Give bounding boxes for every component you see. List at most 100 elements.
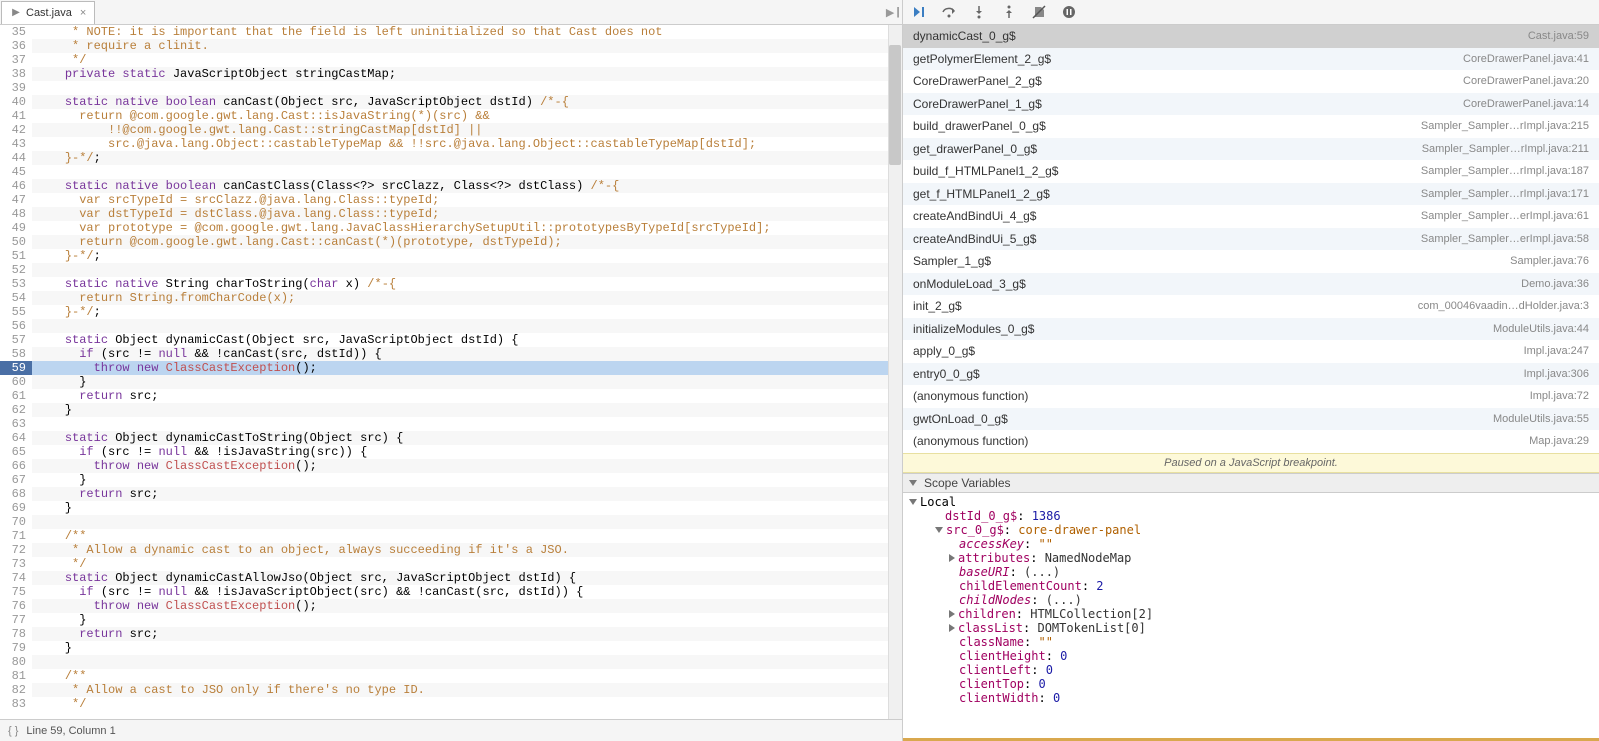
tree-row[interactable]: dstId_0_g$: 1386 — [909, 509, 1599, 523]
code-line[interactable]: static native String charToString(char x… — [32, 277, 902, 291]
code-line[interactable]: }-*/; — [32, 151, 902, 165]
stack-frame[interactable]: build_f_HTMLPanel1_2_g$Sampler_Sampler…r… — [903, 160, 1599, 183]
gutter-line[interactable]: 68 — [0, 487, 32, 501]
gutter-line[interactable]: 79 — [0, 641, 32, 655]
code-line[interactable]: if (src != null && !canCast(src, dstId))… — [32, 347, 902, 361]
code-line[interactable]: * NOTE: it is important that the field i… — [32, 25, 902, 39]
code-line[interactable]: } — [32, 501, 902, 515]
gutter-line[interactable]: 35 — [0, 25, 32, 39]
code-line[interactable]: var dstTypeId = dstClass.@java.lang.Clas… — [32, 207, 902, 221]
gutter-line[interactable]: 69 — [0, 501, 32, 515]
gutter-line[interactable]: 59 — [0, 361, 32, 375]
gutter-line[interactable]: 61 — [0, 389, 32, 403]
tree-row[interactable]: attributes: NamedNodeMap — [909, 551, 1599, 565]
gutter-line[interactable]: 64 — [0, 431, 32, 445]
tree-row[interactable]: clientHeight: 0 — [909, 649, 1599, 663]
gutter-line[interactable]: 39 — [0, 81, 32, 95]
close-icon[interactable]: × — [80, 7, 86, 19]
stack-frame[interactable]: initializeModules_0_g$ModuleUtils.java:4… — [903, 318, 1599, 341]
gutter-line[interactable]: 57 — [0, 333, 32, 347]
stack-frame[interactable]: build_drawerPanel_0_g$Sampler_Sampler…rI… — [903, 115, 1599, 138]
code-line[interactable] — [32, 165, 902, 179]
code-line[interactable]: return @com.google.gwt.lang.Cast::isJava… — [32, 109, 902, 123]
gutter-line[interactable]: 48 — [0, 207, 32, 221]
stack-frame[interactable]: (anonymous function)Map.java:29 — [903, 430, 1599, 453]
call-stack[interactable]: dynamicCast_0_g$Cast.java:59getPolymerEl… — [903, 25, 1599, 453]
code-line[interactable]: throw new ClassCastException(); — [32, 599, 902, 613]
gutter-line[interactable]: 60 — [0, 375, 32, 389]
gutter-line[interactable]: 70 — [0, 515, 32, 529]
code-line[interactable]: */ — [32, 697, 902, 711]
code-line[interactable]: static native boolean canCastClass(Class… — [32, 179, 902, 193]
scrollbar-thumb[interactable] — [889, 45, 901, 165]
gutter-line[interactable]: 36 — [0, 39, 32, 53]
code-line[interactable]: static Object dynamicCast(Object src, Ja… — [32, 333, 902, 347]
gutter-line[interactable]: 38 — [0, 67, 32, 81]
code-line[interactable]: !!@com.google.gwt.lang.Cast::stringCastM… — [32, 123, 902, 137]
gutter-line[interactable]: 43 — [0, 137, 32, 151]
variables-tree[interactable]: Local dstId_0_g$: 1386src_0_g$: core-dra… — [903, 493, 1599, 739]
gutter-line[interactable]: 81 — [0, 669, 32, 683]
code-line[interactable]: static Object dynamicCastAllowJso(Object… — [32, 571, 902, 585]
code-line[interactable]: * Allow a cast to JSO only if there's no… — [32, 683, 902, 697]
tree-row[interactable]: baseURI: (...) — [909, 565, 1599, 579]
gutter-line[interactable]: 80 — [0, 655, 32, 669]
gutter-line[interactable]: 45 — [0, 165, 32, 179]
gutter-line[interactable]: 83 — [0, 697, 32, 711]
gutter-line[interactable]: 46 — [0, 179, 32, 193]
gutter-line[interactable]: 67 — [0, 473, 32, 487]
code-line[interactable]: } — [32, 473, 902, 487]
stack-frame[interactable]: getPolymerElement_2_g$CoreDrawerPanel.ja… — [903, 48, 1599, 71]
step-into-icon[interactable] — [971, 4, 987, 20]
code-line[interactable]: src.@java.lang.Object::castableTypeMap &… — [32, 137, 902, 151]
gutter-line[interactable]: 76 — [0, 599, 32, 613]
gutter-line[interactable]: 77 — [0, 613, 32, 627]
code-line[interactable]: } — [32, 641, 902, 655]
gutter-line[interactable]: 47 — [0, 193, 32, 207]
code-line[interactable]: return String.fromCharCode(x); — [32, 291, 902, 305]
gutter-line[interactable]: 65 — [0, 445, 32, 459]
code-line[interactable] — [32, 263, 902, 277]
tree-row[interactable]: childNodes: (...) — [909, 593, 1599, 607]
scope-variables-header[interactable]: Scope Variables — [903, 473, 1599, 493]
gutter-line[interactable]: 58 — [0, 347, 32, 361]
code-line[interactable]: if (src != null && !isJavaScriptObject(s… — [32, 585, 902, 599]
stack-frame[interactable]: get_f_HTMLPanel1_2_g$Sampler_Sampler…rIm… — [903, 183, 1599, 206]
stack-frame[interactable]: onModuleLoad_3_g$Demo.java:36 — [903, 273, 1599, 296]
code-line[interactable]: /** — [32, 669, 902, 683]
stack-frame[interactable]: get_drawerPanel_0_g$Sampler_Sampler…rImp… — [903, 138, 1599, 161]
gutter-line[interactable]: 41 — [0, 109, 32, 123]
editor-body[interactable]: 3536373839404142434445464748495051525354… — [0, 25, 902, 719]
tree-row[interactable]: clientTop: 0 — [909, 677, 1599, 691]
code-line[interactable] — [32, 655, 902, 669]
gutter-line[interactable]: 82 — [0, 683, 32, 697]
code-line[interactable] — [32, 515, 902, 529]
tree-row[interactable]: childElementCount: 2 — [909, 579, 1599, 593]
deactivate-breakpoints-icon[interactable] — [1031, 4, 1047, 20]
stack-frame[interactable]: (anonymous function)Impl.java:72 — [903, 385, 1599, 408]
tree-row[interactable]: src_0_g$: core-drawer-panel — [909, 523, 1599, 537]
tree-local-header[interactable]: Local — [909, 495, 1599, 509]
tree-row[interactable]: accessKey: "" — [909, 537, 1599, 551]
code-line[interactable]: }-*/; — [32, 305, 902, 319]
gutter-line[interactable]: 66 — [0, 459, 32, 473]
gutter-line[interactable]: 72 — [0, 543, 32, 557]
stack-frame[interactable]: CoreDrawerPanel_1_g$CoreDrawerPanel.java… — [903, 93, 1599, 116]
stack-frame[interactable]: init_2_g$com_00046vaadin…dHolder.java:3 — [903, 295, 1599, 318]
gutter-line[interactable]: 78 — [0, 627, 32, 641]
code-line[interactable]: var srcTypeId = srcClazz.@java.lang.Clas… — [32, 193, 902, 207]
step-out-icon[interactable] — [1001, 4, 1017, 20]
gutter-line[interactable]: 54 — [0, 291, 32, 305]
code-line[interactable]: if (src != null && !isJavaString(src)) { — [32, 445, 902, 459]
gutter-line[interactable]: 49 — [0, 221, 32, 235]
code-area[interactable]: * NOTE: it is important that the field i… — [32, 25, 902, 719]
stack-frame[interactable]: apply_0_g$Impl.java:247 — [903, 340, 1599, 363]
tree-row[interactable]: classList: DOMTokenList[0] — [909, 621, 1599, 635]
tree-row[interactable]: children: HTMLCollection[2] — [909, 607, 1599, 621]
code-line[interactable]: throw new ClassCastException(); — [32, 361, 902, 375]
gutter-line[interactable]: 50 — [0, 235, 32, 249]
code-line[interactable] — [32, 417, 902, 431]
gutter-line[interactable]: 73 — [0, 557, 32, 571]
pause-icon[interactable] — [1061, 4, 1077, 20]
gutter-line[interactable]: 74 — [0, 571, 32, 585]
